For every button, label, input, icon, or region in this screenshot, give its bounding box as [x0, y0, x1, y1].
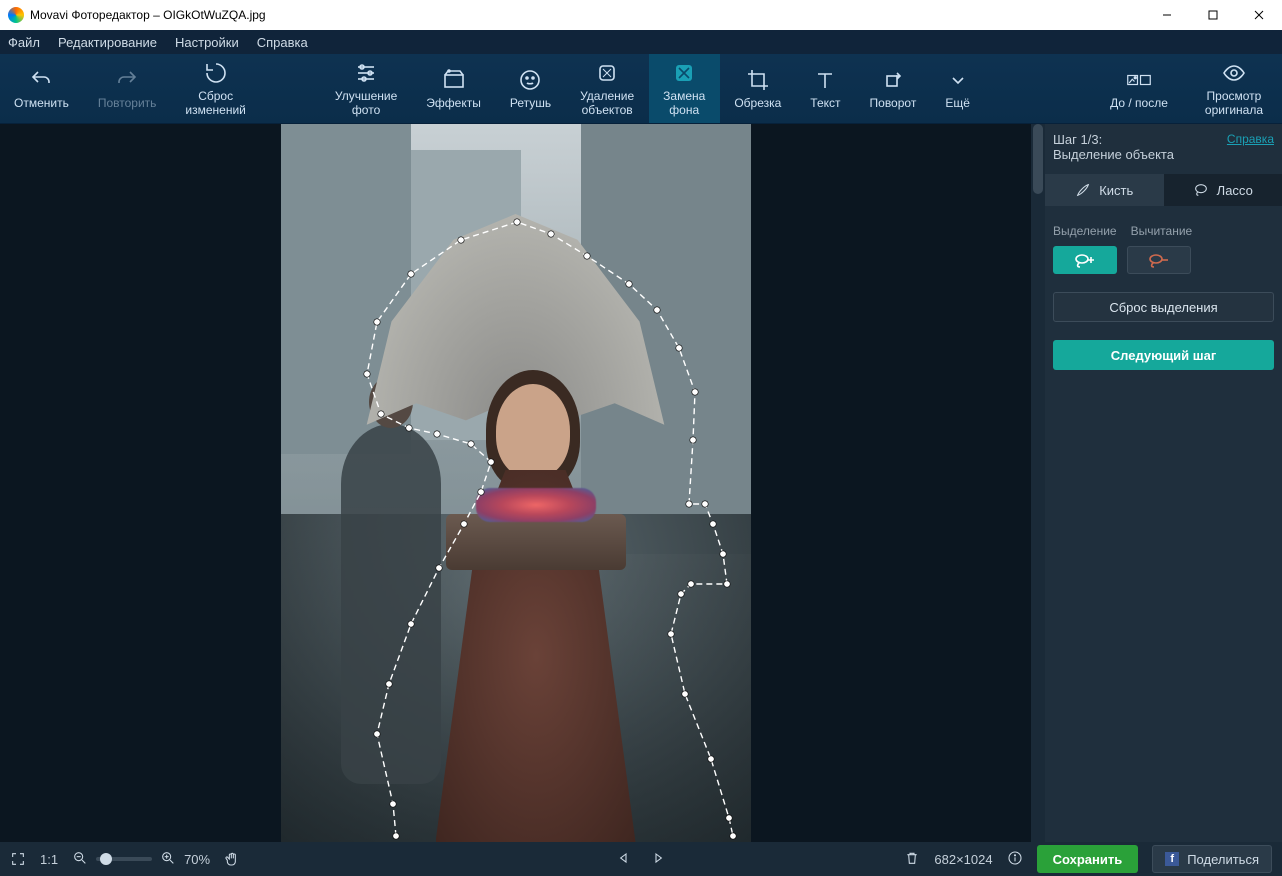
step-indicator: Шаг 1/3: [1053, 132, 1174, 147]
info-button[interactable] [1007, 850, 1023, 869]
next-step-label: Следующий шаг [1111, 348, 1217, 363]
close-button[interactable] [1236, 0, 1282, 30]
zoom-1to1-button[interactable]: 1:1 [40, 852, 58, 867]
app-logo-icon [8, 7, 24, 23]
menu-settings[interactable]: Настройки [175, 35, 239, 50]
menu-edit[interactable]: Редактирование [58, 35, 157, 50]
retouch-label: Ретушь [510, 96, 551, 110]
status-bar: 1:1 70% 682×1024 Сохранить f Поделиться [0, 842, 1282, 876]
beforeafter-label: До / после [1110, 96, 1168, 110]
retouch-button[interactable]: Ретушь [496, 54, 566, 123]
delete-button[interactable] [904, 850, 920, 869]
next-step-button[interactable]: Следующий шаг [1053, 340, 1274, 370]
window-titlebar: Movavi Фоторедактор – OIGkOtWuZQA.jpg [0, 0, 1282, 30]
redo-icon [115, 68, 139, 92]
share-label: Поделиться [1187, 852, 1259, 867]
compare-icon [1127, 68, 1151, 92]
label-select: Выделение [1053, 224, 1117, 238]
zoom-slider[interactable] [96, 857, 152, 861]
tab-lasso-label: Лассо [1217, 183, 1253, 198]
label-subtract: Вычитание [1131, 224, 1193, 238]
image-canvas[interactable] [0, 124, 1031, 842]
reset-label: Сброс изменений [185, 89, 245, 117]
effects-label: Эффекты [426, 96, 481, 110]
tab-brush-label: Кисть [1099, 183, 1133, 198]
face-icon [518, 68, 542, 92]
undo-label: Отменить [14, 96, 69, 110]
step-name: Выделение объекта [1053, 147, 1174, 162]
vieworig-label: Просмотр оригинала [1205, 89, 1263, 117]
share-button[interactable]: f Поделиться [1152, 845, 1272, 873]
lasso-plus-icon [1073, 252, 1097, 268]
zoom-in-button[interactable] [160, 850, 176, 869]
crop-icon [746, 68, 770, 92]
before-after-button[interactable]: До / после [1092, 54, 1187, 123]
zoom-value: 70% [184, 852, 210, 867]
undo-icon [29, 68, 53, 92]
rotate-icon [881, 68, 905, 92]
maximize-button[interactable] [1190, 0, 1236, 30]
enhance-label: Улучшение фото [335, 89, 397, 117]
text-button[interactable]: Текст [796, 54, 855, 123]
enhance-button[interactable]: Улучшение фото [321, 54, 412, 123]
menu-file[interactable]: Файл [8, 35, 40, 50]
facebook-icon: f [1165, 852, 1179, 866]
more-button[interactable]: Ещё [931, 54, 985, 123]
remove-objects-button[interactable]: Удаление объектов [566, 54, 649, 123]
canvas-scrollbar[interactable] [1031, 124, 1045, 842]
sliders-icon [354, 61, 378, 85]
effects-icon [442, 68, 466, 92]
save-button[interactable]: Сохранить [1037, 845, 1139, 873]
rotate-button[interactable]: Поворот [856, 54, 932, 123]
redo-label: Повторить [98, 96, 157, 110]
brush-icon [1075, 182, 1091, 198]
minimize-button[interactable] [1144, 0, 1190, 30]
menu-bar: Файл Редактирование Настройки Справка [0, 30, 1282, 54]
view-original-button[interactable]: Просмотр оригинала [1187, 54, 1282, 123]
zoom-out-button[interactable] [72, 850, 88, 869]
crop-button[interactable]: Обрезка [720, 54, 796, 123]
removeobj-label: Удаление объектов [580, 89, 634, 117]
text-icon [813, 68, 837, 92]
fullscreen-button[interactable] [10, 851, 26, 867]
prev-image-button[interactable] [616, 850, 632, 869]
reset-changes-button[interactable]: Сброс изменений [171, 54, 260, 123]
reset-selection-label: Сброс выделения [1109, 300, 1217, 315]
next-image-button[interactable] [650, 850, 666, 869]
tool-side-panel: Шаг 1/3: Выделение объекта Справка Кисть… [1045, 124, 1282, 842]
window-title: Movavi Фоторедактор – OIGkOtWuZQA.jpg [30, 8, 266, 22]
undo-button[interactable]: Отменить [0, 54, 84, 123]
bgswap-label: Замена фона [663, 89, 705, 117]
save-label: Сохранить [1053, 852, 1123, 867]
menu-help[interactable]: Справка [257, 35, 308, 50]
lasso-icon [1193, 182, 1209, 198]
tab-brush[interactable]: Кисть [1045, 174, 1164, 206]
crop-label: Обрезка [734, 96, 781, 110]
more-label: Ещё [945, 96, 970, 110]
effects-button[interactable]: Эффекты [412, 54, 496, 123]
edited-photo [281, 124, 751, 842]
panel-help-link[interactable]: Справка [1227, 132, 1274, 146]
eye-icon [1222, 61, 1246, 85]
background-swap-button[interactable]: Замена фона [649, 54, 720, 123]
selection-subtract-button[interactable] [1127, 246, 1191, 274]
rotate-label: Поворот [870, 96, 917, 110]
reset-selection-button[interactable]: Сброс выделения [1053, 292, 1274, 322]
image-dimensions: 682×1024 [934, 852, 992, 867]
hand-tool-button[interactable] [224, 851, 240, 867]
reset-icon [204, 61, 228, 85]
text-label: Текст [810, 96, 840, 110]
eraser-icon [595, 61, 619, 85]
lasso-minus-icon [1147, 252, 1171, 268]
main-toolbar: Отменить Повторить Сброс изменений Улучш… [0, 54, 1282, 124]
chevron-down-icon [946, 68, 970, 92]
bgswap-icon [672, 61, 696, 85]
selection-add-button[interactable] [1053, 246, 1117, 274]
tab-lasso[interactable]: Лассо [1164, 174, 1282, 206]
redo-button[interactable]: Повторить [84, 54, 172, 123]
